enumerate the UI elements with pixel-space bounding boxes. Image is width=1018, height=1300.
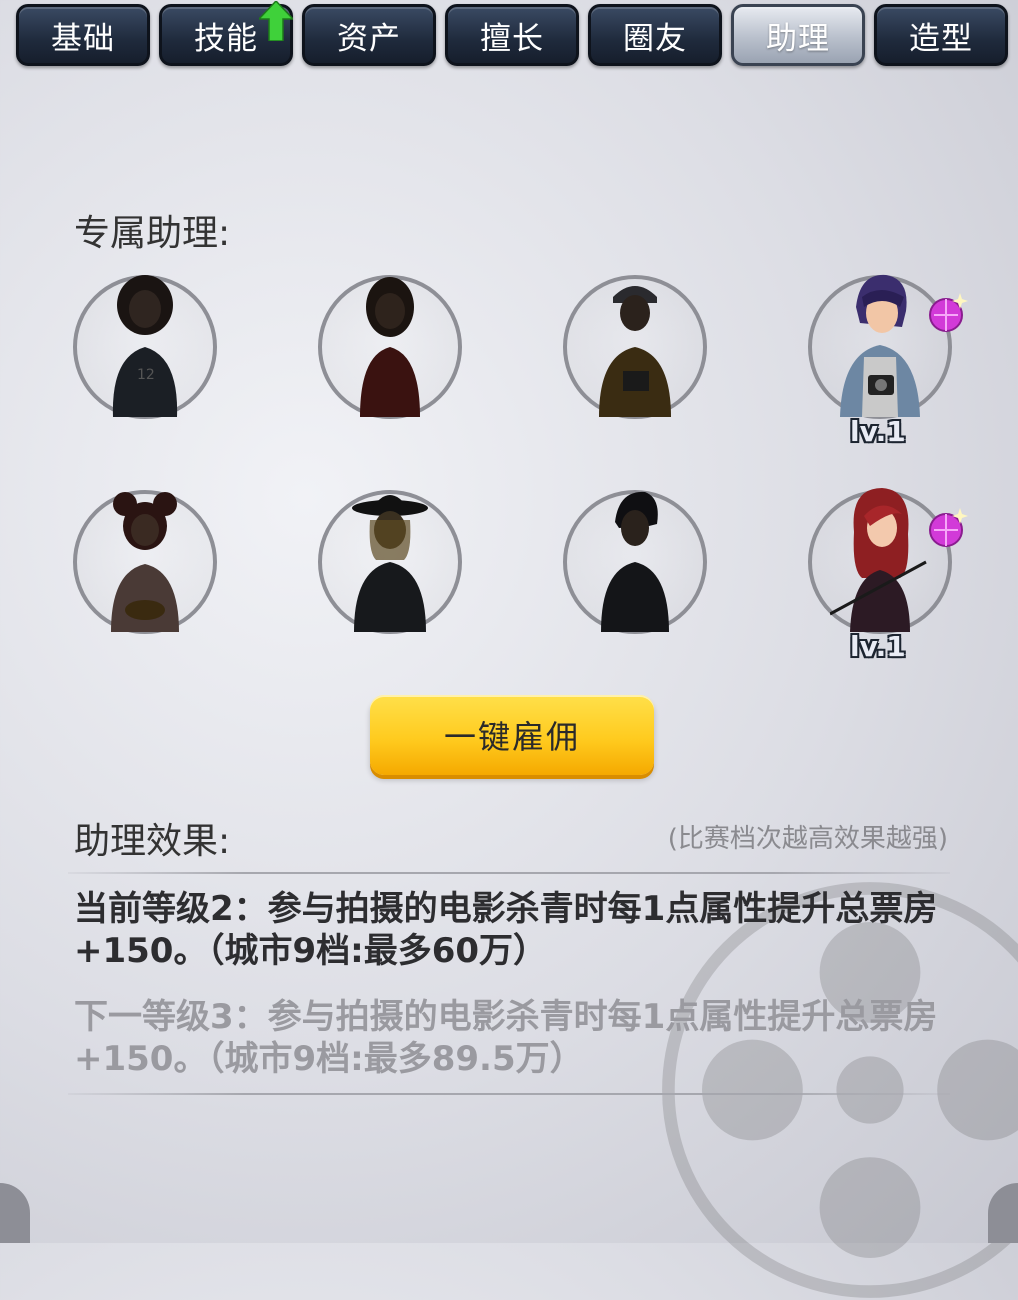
assistant-slot-5[interactable] [73, 490, 217, 634]
assistant-slot-4[interactable]: lv.1 [808, 274, 968, 448]
assistant-slot-3[interactable] [563, 275, 707, 419]
tab-label: 基础 [51, 20, 115, 57]
assistant-slot-2[interactable] [318, 275, 462, 419]
assistant-level-label: lv.1 [850, 415, 906, 448]
assistant-director-icon [830, 488, 927, 632]
tab-label: 资产 [337, 20, 401, 57]
tab-label: 圈友 [623, 20, 687, 57]
tab-bar: 基础 技能 资产 擅长 圈友 助理 造型 [16, 1, 1008, 68]
assistant-silhouette-icon [601, 491, 669, 632]
tab-basic[interactable]: 基础 [16, 4, 150, 66]
effect-heading: 助理效果: [74, 821, 231, 862]
tab-label: 助理 [766, 20, 830, 57]
hire-all-button[interactable]: 一键雇佣 [370, 695, 654, 775]
gem-icon [929, 293, 968, 332]
divider [68, 872, 950, 874]
assistant-level-label: lv.1 [850, 630, 906, 663]
tab-label: 造型 [909, 20, 973, 57]
tab-style[interactable]: 造型 [874, 4, 1008, 66]
assistant-silhouette-icon [360, 277, 420, 417]
assistant-slot-1[interactable]: 12 [73, 275, 217, 419]
divider [68, 1093, 950, 1095]
effect-hint: (比赛档次越高效果越强) [667, 824, 948, 854]
next-level-effect: 下一等级3：参与拍摄的电影杀青时每1点属性提升总票房+150。（城市9档:最多8… [74, 997, 938, 1079]
tab-specialty[interactable]: 擅长 [445, 4, 579, 66]
assistant-photographer-icon [840, 274, 920, 417]
upgrade-arrow-icon [259, 1, 293, 41]
tab-assistant[interactable]: 助理 [731, 4, 865, 66]
assistant-silhouette-icon [111, 492, 179, 632]
assistants-heading: 专属助理: [74, 213, 231, 254]
current-level-effect: 当前等级2：参与拍摄的电影杀青时每1点属性提升总票房+150。（城市9档:最多6… [74, 889, 938, 971]
tab-label: 技能 [194, 20, 258, 57]
hire-all-label: 一键雇佣 [443, 718, 580, 756]
tab-friends[interactable]: 圈友 [588, 4, 722, 66]
svg-text:12: 12 [137, 367, 155, 383]
tab-skills[interactable]: 技能 [159, 1, 293, 66]
assistant-slot-7[interactable] [563, 490, 707, 634]
panel-corner [0, 1183, 30, 1243]
assistant-slot-6[interactable] [318, 490, 462, 634]
tab-assets[interactable]: 资产 [302, 4, 436, 66]
tab-label: 擅长 [480, 20, 544, 57]
assistant-silhouette-icon [352, 495, 428, 632]
assistant-silhouette-icon [599, 286, 671, 417]
gem-icon [929, 508, 968, 547]
assistant-slot-8[interactable]: lv.1 [808, 488, 968, 663]
assistant-silhouette-icon: 12 [112, 275, 178, 417]
